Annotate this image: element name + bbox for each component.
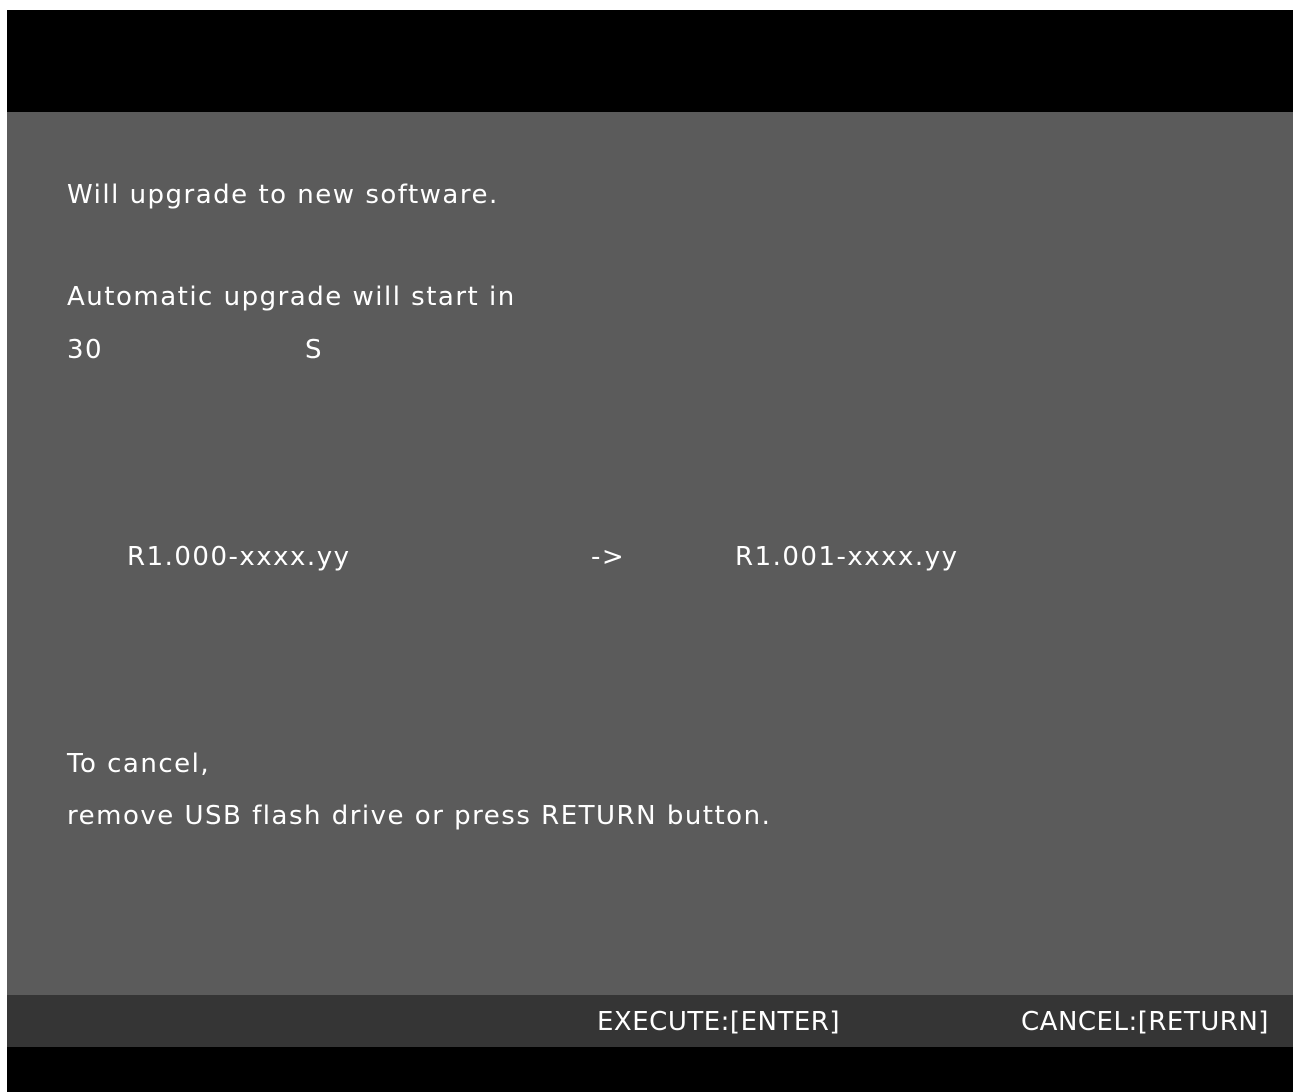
top-bar: [7, 10, 1293, 112]
new-version: R1.001-xxxx.yy: [735, 542, 959, 572]
arrow-indicator: ->: [591, 542, 626, 572]
cancel-button[interactable]: CANCEL:[RETURN]: [1021, 1007, 1269, 1037]
cancel-instruction-line1: To cancel,: [67, 749, 211, 779]
countdown-value: 30: [67, 335, 104, 365]
auto-start-text: Automatic upgrade will start in: [67, 282, 516, 312]
current-version: R1.000-xxxx.yy: [127, 542, 351, 572]
countdown-unit: S: [305, 335, 324, 365]
execute-button[interactable]: EXECUTE:[ENTER]: [597, 1007, 840, 1037]
bottom-bar: [7, 1047, 1293, 1092]
upgrade-screen: Will upgrade to new software. Automatic …: [7, 10, 1293, 1092]
footer-bar: EXECUTE:[ENTER] CANCEL:[RETURN]: [7, 995, 1293, 1047]
upgrade-heading: Will upgrade to new software.: [67, 180, 499, 210]
upgrade-dialog-panel: Will upgrade to new software. Automatic …: [7, 112, 1293, 995]
cancel-instruction-line2: remove USB flash drive or press RETURN b…: [67, 801, 772, 831]
